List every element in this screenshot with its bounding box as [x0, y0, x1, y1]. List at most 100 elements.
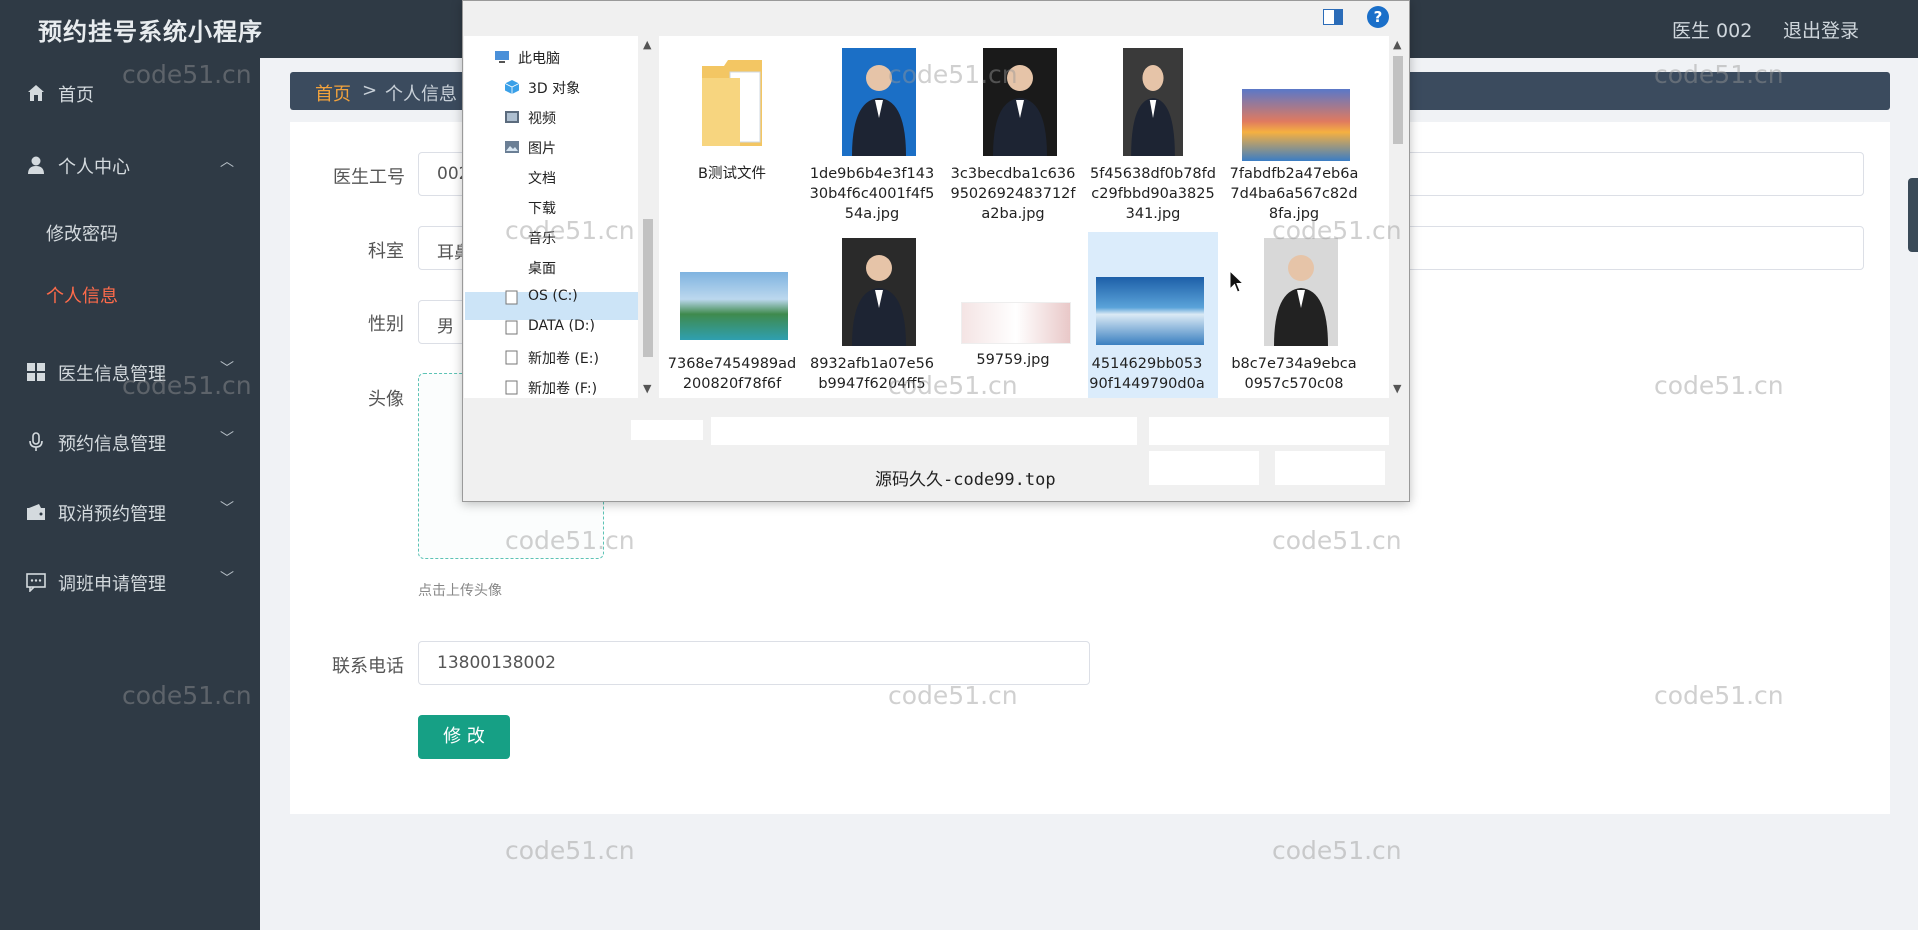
photo-thumbnail-banner — [961, 302, 1071, 344]
sidebar-item-label: 首页 — [58, 85, 94, 106]
scroll-down-icon[interactable]: ▼ — [1393, 382, 1401, 395]
sidebar-item-label: 调班申请管理 — [58, 574, 166, 595]
sidebar-item-home[interactable]: 首页 — [0, 69, 260, 117]
file-item[interactable]: 1de9b6b4e3f14330b4f6c4001f4f554a.jpg — [807, 42, 937, 222]
scroll-up-icon[interactable]: ▲ — [643, 38, 651, 51]
nav-scrollbar[interactable]: ▲ ▼ — [639, 36, 657, 398]
user-name[interactable]: 医生 002 — [1672, 16, 1752, 43]
drive-icon — [505, 290, 518, 305]
drive-icon — [505, 350, 518, 365]
mouse-cursor-icon — [1229, 270, 1245, 293]
file-item[interactable]: 7368e7454989ad200820f78f6f — [667, 232, 797, 398]
file-item[interactable]: 8932afb1a07e56b9947f6204ff5 — [807, 232, 937, 398]
nav-item-label: 文档 — [528, 171, 556, 187]
sidebar-item-personal-info[interactable]: 个人信息 — [46, 282, 118, 308]
watermark: code51.cn — [1272, 836, 1402, 865]
message-icon — [26, 573, 46, 592]
nav-item-label: 新加卷 (F:) — [528, 381, 598, 397]
file-name: 7368e7454989ad200820f78f6f — [667, 356, 797, 392]
open-button[interactable] — [1149, 451, 1259, 485]
sidebar-item-change-password[interactable]: 修改密码 — [46, 220, 118, 246]
avatar-label: 头像 — [368, 389, 404, 410]
photo-thumbnail-portrait — [842, 238, 916, 346]
file-item[interactable]: 3c3becdba1c6369502692483712fa2ba.jpg — [948, 42, 1078, 222]
file-name: 1de9b6b4e3f14330b4f6c4001f4f554a.jpg — [809, 166, 935, 222]
files-scrollbar[interactable]: ▲ ▼ — [1389, 36, 1407, 398]
photo-thumbnail-lake — [1096, 277, 1204, 345]
nav-item-label: 下载 — [528, 201, 556, 217]
sidebar-item-cancel-appointment[interactable]: 取消预约管理 ﹀ — [0, 488, 260, 536]
file-name: 59759.jpg — [976, 352, 1050, 368]
breadcrumb-current: 个人信息 — [385, 84, 457, 105]
file-name: 7fabdfb2a47eb6a7d4ba6a567c82d8fa.jpg — [1229, 166, 1359, 222]
nav-item-label: 图片 — [528, 141, 556, 157]
scroll-up-icon[interactable]: ▲ — [1393, 38, 1401, 51]
cube-icon — [504, 80, 520, 94]
nav-item-label: OS (C:) — [528, 288, 578, 304]
side-tab[interactable] — [1908, 178, 1918, 252]
app-title: 预约挂号系统小程序 — [38, 18, 263, 46]
sidebar-item-shift-request[interactable]: 调班申请管理 ﹀ — [0, 558, 260, 606]
file-name: 4514629bb05390f1449790d0a — [1089, 356, 1205, 392]
files-scroll-thumb[interactable] — [1393, 56, 1403, 144]
scroll-down-icon[interactable]: ▼ — [643, 382, 651, 395]
nav-item-label: 此电脑 — [518, 51, 560, 67]
nav-item-label: DATA (D:) — [528, 318, 595, 334]
file-item[interactable]: 59759.jpg — [948, 232, 1078, 398]
sidebar-item-personal-center[interactable]: 个人中心 ︿ — [0, 141, 260, 189]
computer-icon — [495, 51, 509, 63]
drive-icon — [505, 320, 518, 335]
sidebar-item-label: 个人中心 — [58, 157, 130, 178]
chevron-down-icon: ﹀ — [220, 361, 234, 377]
sidebar-item-appointment-info[interactable]: 预约信息管理 ﹀ — [0, 418, 260, 466]
logout-link[interactable]: 退出登录 — [1783, 16, 1859, 43]
file-name: 3c3becdba1c6369502692483712fa2ba.jpg — [950, 166, 1076, 222]
modify-button[interactable]: 修 改 — [418, 715, 510, 759]
chevron-down-icon: ﹀ — [220, 431, 234, 447]
filetype-select[interactable] — [1149, 417, 1389, 445]
file-name: b8c7e734a9ebca0957c570c08 — [1231, 356, 1357, 392]
file-list: B测试文件 1de9b6b4e3f14330b4f6c4001f4f554a.jp… — [659, 36, 1389, 398]
sidebar-item-doctor-info[interactable]: 医生信息管理 ﹀ — [0, 348, 260, 396]
file-item[interactable]: 7fabdfb2a47eb6a7d4ba6a567c82d8fa.jpg — [1229, 42, 1359, 222]
file-name: 8932afb1a07e56b9947f6204ff5 — [809, 356, 935, 392]
photo-thumbnail-portrait — [983, 48, 1057, 156]
nav-item-label: 音乐 — [528, 231, 556, 247]
file-name: B测试文件 — [698, 166, 766, 182]
chevron-down-icon: ﹀ — [220, 571, 234, 587]
watermark: code51.cn — [505, 836, 635, 865]
phone-label: 联系电话 — [332, 656, 404, 677]
dialog-caption: 源码久久-code99.top — [875, 470, 1056, 490]
dept-label: 科室 — [368, 241, 404, 262]
breadcrumb-home[interactable]: 首页 — [315, 80, 351, 106]
wallet-icon — [27, 504, 45, 520]
file-item[interactable]: b8c7e734a9ebca0957c570c08 — [1229, 232, 1359, 398]
picture-icon — [505, 141, 519, 153]
home-icon — [28, 85, 44, 101]
sidebar-item-label: 取消预约管理 — [58, 504, 166, 525]
phone-field[interactable]: 13800138002 — [418, 641, 1090, 685]
gender-label: 性别 — [368, 314, 404, 335]
photo-thumbnail-landscape — [680, 272, 788, 340]
nav-item-label: 桌面 — [528, 261, 556, 277]
folder-item[interactable]: B测试文件 — [667, 42, 797, 212]
sidebar: 首页 个人中心 ︿ 修改密码 个人信息 医生信息管理 ﹀ 预约信息管理 ﹀ 取消… — [0, 58, 260, 930]
nav-item-label: 新加卷 (E:) — [528, 351, 599, 367]
user-icon — [28, 156, 44, 174]
view-pane-icon[interactable] — [1323, 9, 1343, 25]
nav-tree: 此电脑 3D 对象 视频 图片 文档 下载 音乐 桌面 OS (C:) DATA (D:) 新加卷 … — [464, 36, 638, 398]
help-icon[interactable]: ? — [1367, 6, 1389, 28]
cancel-button[interactable] — [1275, 451, 1385, 485]
file-item[interactable]: 5f45638df0b78fdc29fbbd90a3825341.jpg — [1088, 42, 1218, 222]
video-icon — [505, 111, 519, 123]
nav-scroll-thumb[interactable] — [643, 219, 653, 357]
folder-icon — [700, 56, 764, 148]
chevron-up-icon: ︿ — [220, 154, 234, 170]
file-item[interactable]: 4514629bb05390f1449790d0a — [1088, 232, 1218, 398]
file-name: 5f45638df0b78fdc29fbbd90a3825341.jpg — [1090, 166, 1216, 222]
doctor-id-label: 医生工号 — [333, 167, 405, 188]
filename-input[interactable] — [711, 417, 1137, 445]
drive-icon — [505, 380, 518, 395]
breadcrumb-separator: > — [362, 80, 378, 101]
grid-icon — [27, 363, 45, 381]
